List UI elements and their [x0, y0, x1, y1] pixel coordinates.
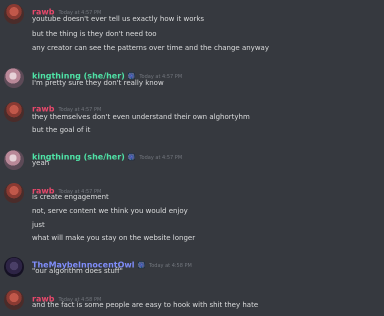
nitro-badge-icon: 🎆: [127, 154, 136, 161]
message-header: kingthinng (she/her) 🎆 Today at 4:57 PM: [32, 147, 183, 162]
message-text: youtube doesn't ever tell us exactly how…: [32, 15, 205, 23]
avatar[interactable]: [4, 290, 24, 310]
avatar[interactable]: [4, 102, 24, 122]
message-text: but the thing is they don't need too: [32, 30, 157, 38]
message-text: is create engagement: [32, 193, 109, 201]
message-text: and the fact is some people are easy to …: [32, 301, 259, 309]
message-text: "our algorithm does stuff": [32, 267, 123, 275]
message-text: yeah: [32, 159, 50, 167]
message-header: kingthinng (she/her) 🎆 Today at 4:57 PM: [32, 66, 182, 81]
avatar[interactable]: [4, 68, 24, 88]
message-text: but the goal of it: [32, 126, 91, 134]
timestamp: Today at 4:58 PM: [149, 262, 192, 269]
message-text: just: [32, 221, 45, 229]
chat-log: rawb Today at 4:57 PM youtube doesn't eve…: [0, 0, 384, 316]
timestamp: Today at 4:57 PM: [58, 106, 102, 113]
timestamp: Today at 4:57 PM: [139, 154, 183, 161]
nitro-badge-icon: 🎆: [137, 262, 146, 269]
avatar[interactable]: [4, 4, 24, 24]
avatar[interactable]: [4, 183, 24, 203]
message-text: they themselves don't even understand th…: [32, 113, 250, 121]
message-header: rawb Today at 4:57 PM: [32, 99, 102, 114]
message-text: not, serve content we think you would en…: [32, 207, 188, 215]
message-text: what will make you stay on the website l…: [32, 234, 196, 242]
message-header: rawb Today at 4:57 PM: [32, 181, 101, 196]
message-header: rawb Today at 4:58 PM: [32, 289, 101, 304]
message-text: any creator can see the patterns over ti…: [32, 44, 269, 52]
message-header: rawb Today at 4:57 PM: [32, 2, 101, 17]
message-text: I'm pretty sure they don't really know: [32, 79, 164, 87]
avatar[interactable]: [4, 257, 24, 277]
message-header: TheMaybeInnocentOwl 🎆 Today at 4:58 PM: [32, 255, 192, 270]
avatar[interactable]: [4, 150, 24, 170]
